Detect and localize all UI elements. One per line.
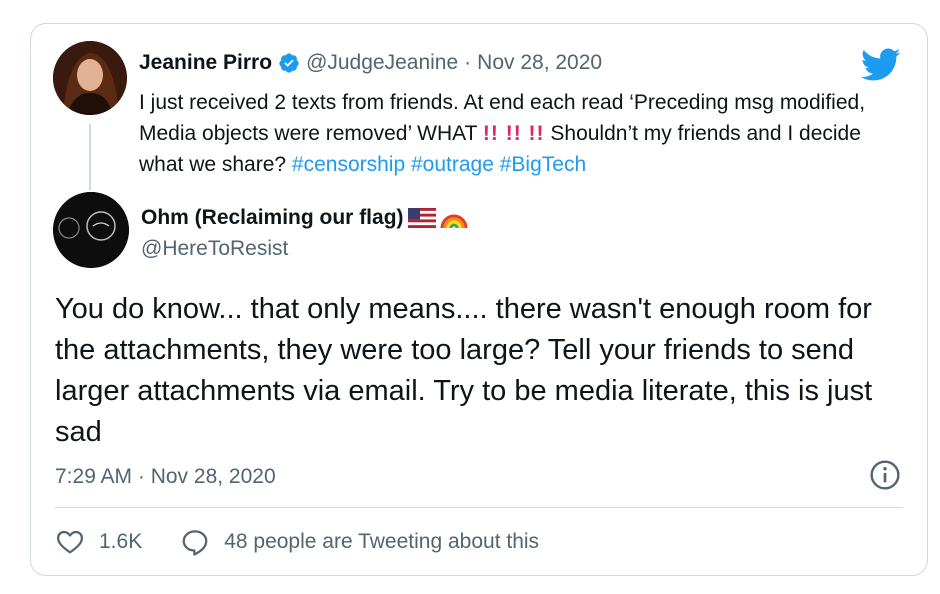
heart-icon bbox=[57, 530, 83, 554]
rainbow-icon bbox=[440, 214, 468, 229]
quoted-author-avatar[interactable] bbox=[53, 41, 127, 115]
like-count: 1.6K bbox=[99, 530, 143, 553]
quoted-tweet-header: Jeanine Pirro @JudgeJeanine · Nov 28, 20… bbox=[139, 50, 602, 76]
header-separator: · bbox=[464, 51, 472, 74]
reply-tweet-text: You do know... that only means.... there… bbox=[55, 293, 873, 448]
thread-connector-line bbox=[89, 124, 91, 190]
quoted-tweet-text: I just received 2 texts from friends. At… bbox=[139, 87, 909, 180]
speech-bubble-icon bbox=[182, 530, 208, 556]
info-icon[interactable] bbox=[869, 459, 901, 491]
quoted-tweet-date[interactable]: Nov 28, 2020 bbox=[477, 50, 602, 76]
like-button[interactable]: 1.6K bbox=[55, 527, 142, 557]
reply-author-name[interactable]: Ohm (Reclaiming our flag) bbox=[141, 205, 404, 231]
tweet-card: Jeanine Pirro @JudgeJeanine · Nov 28, 20… bbox=[30, 23, 928, 576]
quoted-author-handle[interactable]: @JudgeJeanine bbox=[306, 50, 458, 76]
twitter-bird-icon[interactable] bbox=[861, 48, 901, 82]
hashtag-outrage[interactable]: #outrage bbox=[411, 153, 494, 176]
verified-badge-icon bbox=[279, 53, 299, 73]
us-flag-icon bbox=[407, 208, 436, 228]
exclamation-emoji: !! !! !! bbox=[482, 122, 545, 145]
reply-avatar-image bbox=[53, 192, 129, 268]
reply-author-avatar[interactable] bbox=[53, 192, 129, 268]
reply-author-name-row: Ohm (Reclaiming our flag) bbox=[141, 205, 468, 231]
tweet-actions: 1.6K 48 people are Tweeting about this bbox=[55, 527, 539, 557]
tweeting-about-link[interactable]: 48 people are Tweeting about this bbox=[180, 527, 539, 557]
reply-timestamp[interactable]: 7:29 AM · Nov 28, 2020 bbox=[55, 464, 276, 490]
tweeting-about-text: 48 people are Tweeting about this bbox=[224, 530, 540, 553]
quoted-avatar-image bbox=[53, 41, 127, 115]
hashtag-censorship[interactable]: #censorship bbox=[292, 153, 405, 176]
actions-divider bbox=[55, 507, 903, 508]
quoted-author-name[interactable]: Jeanine Pirro bbox=[139, 50, 272, 76]
reply-author-handle[interactable]: @HereToResist bbox=[141, 236, 288, 262]
hashtag-bigtech[interactable]: #BigTech bbox=[500, 153, 586, 176]
